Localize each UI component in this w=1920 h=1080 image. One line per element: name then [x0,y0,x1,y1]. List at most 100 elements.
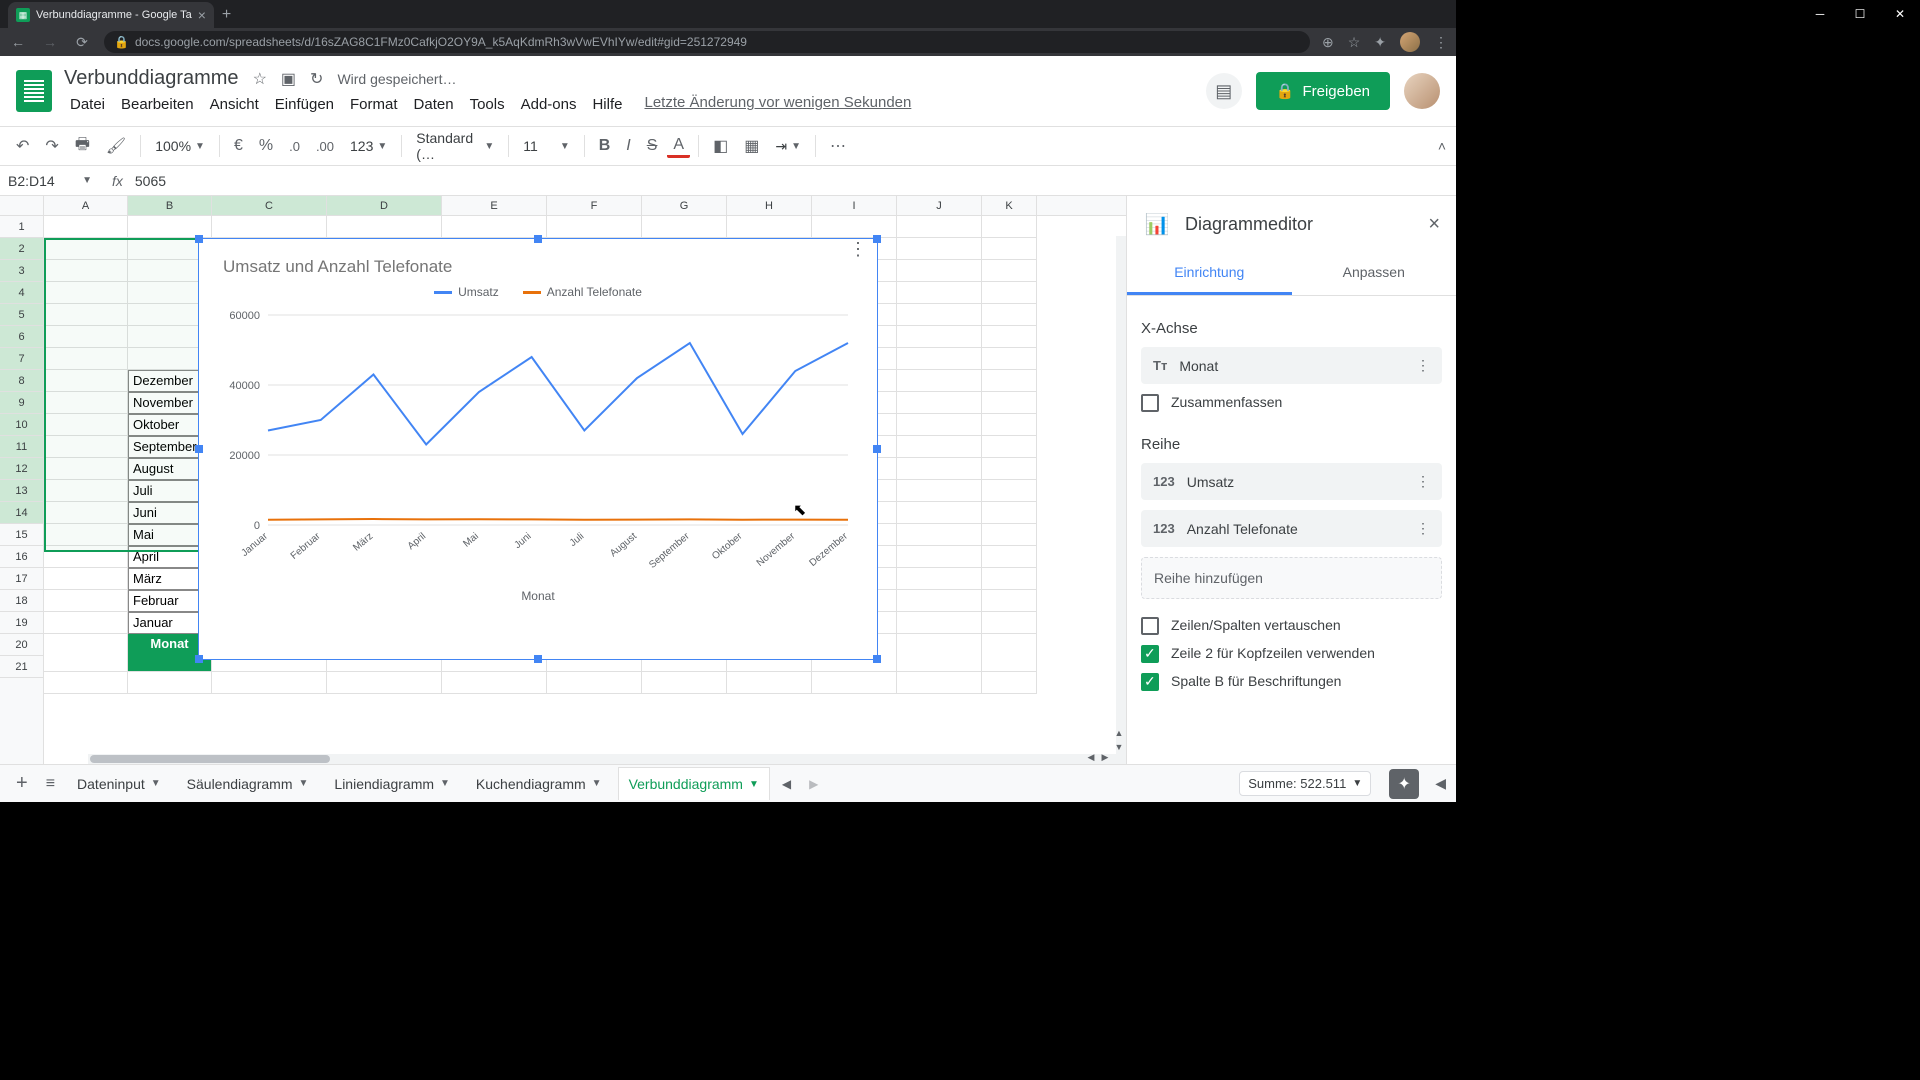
headers-checkbox[interactable] [1141,645,1159,663]
cell[interactable] [982,326,1037,348]
cell[interactable] [727,216,812,238]
cell[interactable] [982,502,1037,524]
cell[interactable] [327,672,442,694]
cell[interactable] [897,590,982,612]
number-format-select[interactable]: 123▼ [344,136,393,156]
series-umsatz-chip[interactable]: 123 Umsatz ⋮ [1141,463,1442,500]
minimize-button[interactable]: ─ [1800,0,1840,28]
column-header[interactable]: D [327,196,442,215]
cell[interactable] [982,282,1037,304]
chart-menu-icon[interactable]: ⋮ [849,247,867,252]
menu-help[interactable]: Hilfe [586,94,628,115]
swap-checkbox[interactable] [1141,617,1159,635]
font-size-select[interactable]: 11▼ [517,136,575,156]
cell[interactable] [442,672,547,694]
quicksum-dropdown[interactable]: Summe: 522.511▼ [1239,771,1371,796]
undo-icon[interactable]: ↶ [10,132,35,160]
row-header[interactable]: 17 [0,568,43,590]
cell[interactable] [982,458,1037,480]
cell[interactable] [982,546,1037,568]
share-button[interactable]: 🔒 Freigeben [1256,72,1390,110]
cell[interactable] [44,304,128,326]
borders-icon[interactable]: ▦ [738,132,765,160]
collapse-toolbar-icon[interactable]: ˄ [1438,138,1446,154]
zoom-select[interactable]: 100%▼ [149,136,211,156]
cell[interactable] [44,282,128,304]
sheet-tab-kuchen[interactable]: Kuchendiagramm▼ [466,768,612,800]
paint-format-icon[interactable]: 🖌 [100,132,132,160]
column-header[interactable]: K [982,196,1037,215]
cell[interactable] [442,216,547,238]
labels-checkbox[interactable] [1141,673,1159,691]
menu-tools[interactable]: Tools [464,94,511,115]
add-sheet-button[interactable]: + [10,772,34,795]
sheet-tab-verbund[interactable]: Verbunddiagramm▼ [618,767,770,800]
move-icon[interactable]: ▣ [281,69,296,89]
row-header[interactable]: 21 [0,656,43,678]
row-header[interactable]: 19 [0,612,43,634]
menu-addons[interactable]: Add-ons [515,94,583,115]
row-header[interactable]: 15 [0,524,43,546]
cell[interactable] [982,634,1037,672]
cell[interactable] [897,326,982,348]
name-box[interactable]: B2:D14 ▼ [0,173,100,189]
cell[interactable] [982,612,1037,634]
browser-tab[interactable]: ▦ Verbunddiagramme - Google Ta × [8,2,214,28]
column-header[interactable]: C [212,196,327,215]
cell[interactable] [44,480,128,502]
cell[interactable] [812,216,897,238]
tab-customize[interactable]: Anpassen [1292,252,1457,295]
scroll-up-icon[interactable]: ▲ [1112,726,1126,740]
cell[interactable] [212,672,327,694]
scroll-down-icon[interactable]: ▼ [1112,740,1126,754]
cell[interactable] [982,436,1037,458]
cell[interactable] [897,370,982,392]
cell[interactable] [982,216,1037,238]
zoom-icon[interactable]: ⊕ [1322,34,1334,51]
cell[interactable] [982,414,1037,436]
close-tab-icon[interactable]: × [198,7,206,23]
cell[interactable] [982,590,1037,612]
cell[interactable] [982,524,1037,546]
menu-data[interactable]: Daten [408,94,460,115]
reload-icon[interactable]: ⟳ [72,34,92,51]
cell[interactable] [44,458,128,480]
sheets-logo-icon[interactable] [16,70,52,112]
row-header[interactable]: 10 [0,414,43,436]
currency-button[interactable]: € [228,133,249,159]
cell[interactable] [982,304,1037,326]
column-header[interactable]: A [44,196,128,215]
menu-edit[interactable]: Bearbeiten [115,94,200,115]
strike-icon[interactable]: S [641,133,664,159]
cell[interactable] [327,216,442,238]
chip-more-icon[interactable]: ⋮ [1416,473,1430,490]
cell[interactable] [44,502,128,524]
chip-more-icon[interactable]: ⋮ [1416,357,1430,374]
fill-color-icon[interactable]: ◧ [707,132,734,160]
address-bar[interactable]: 🔒 docs.google.com/spreadsheets/d/16sZAG8… [104,31,1310,53]
cell[interactable] [897,260,982,282]
star-icon[interactable]: ☆ [253,69,267,89]
row-header[interactable]: 20 [0,634,43,656]
cell[interactable] [897,348,982,370]
cell[interactable] [44,348,128,370]
column-header[interactable]: E [442,196,547,215]
row-header[interactable]: 7 [0,348,43,370]
cell[interactable] [982,672,1037,694]
font-select[interactable]: Standard (…▼ [410,128,500,164]
cell[interactable] [128,672,212,694]
cell[interactable] [897,612,982,634]
cell[interactable] [44,672,128,694]
cell[interactable] [982,370,1037,392]
cell[interactable] [812,672,897,694]
back-icon[interactable]: ← [8,34,28,50]
cell[interactable] [897,502,982,524]
vertical-scrollbar[interactable] [1116,236,1126,754]
menu-insert[interactable]: Einfügen [269,94,340,115]
chart-object[interactable]: ⋮ Umsatz und Anzahl Telefonate Umsatz An… [198,238,878,660]
profile-avatar-icon[interactable] [1400,32,1420,52]
bookmark-icon[interactable]: ☆ [1348,34,1361,51]
xaxis-field-chip[interactable]: Tт Monat ⋮ [1141,347,1442,384]
row-header[interactable]: 2 [0,238,43,260]
cell[interactable] [44,216,128,238]
